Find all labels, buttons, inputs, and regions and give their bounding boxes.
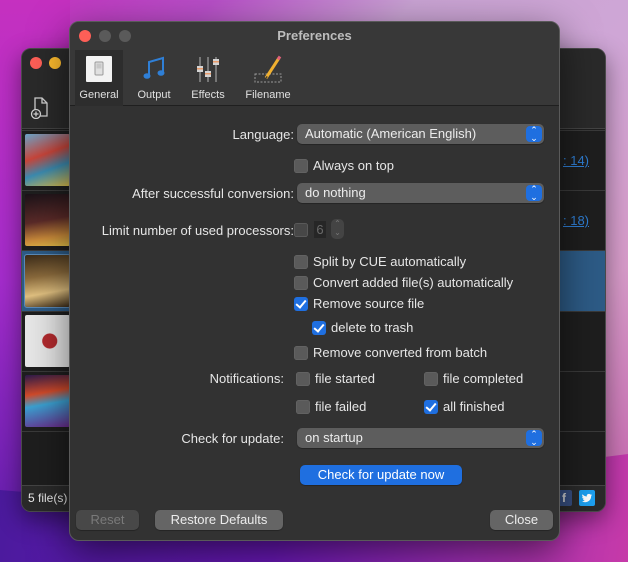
restore-defaults-button[interactable]: Restore Defaults xyxy=(155,510,283,530)
notify-file-failed-label: file failed xyxy=(315,399,367,414)
processors-stepper[interactable]: ⌃ ⌄ xyxy=(331,219,344,239)
language-select[interactable]: Automatic (American English) ⌃ ⌄ xyxy=(297,124,544,144)
split-by-cue-label: Split by CUE automatically xyxy=(313,254,467,269)
notifications-label: Notifications: xyxy=(209,371,284,386)
checkbox-box xyxy=(294,345,308,360)
remove-converted-checkbox[interactable]: Remove converted from batch xyxy=(294,345,487,360)
reset-button[interactable]: Reset xyxy=(76,510,139,530)
remove-source-checkbox[interactable]: Remove source file xyxy=(294,296,424,311)
pencil-icon xyxy=(254,55,282,83)
convert-automatically-checkbox[interactable]: Convert added file(s) automatically xyxy=(294,275,513,290)
always-on-top-label: Always on top xyxy=(313,158,394,173)
checkbox-box xyxy=(294,254,308,269)
checkbox-box xyxy=(294,223,308,237)
chevron-updown-icon: ⌃ ⌄ xyxy=(526,126,542,143)
file-link-2[interactable]: : 18) xyxy=(563,213,589,228)
split-by-cue-checkbox[interactable]: Split by CUE automatically xyxy=(294,254,466,269)
file-link-1[interactable]: : 14) xyxy=(563,153,589,168)
sliders-icon xyxy=(197,57,219,82)
album-art-4[interactable] xyxy=(25,315,70,367)
check-update-select[interactable]: on startup ⌃ ⌄ xyxy=(297,428,544,448)
processors-count-field[interactable]: 6 xyxy=(314,221,326,238)
checkbox-box xyxy=(294,296,308,311)
delete-to-trash-label: delete to trash xyxy=(331,320,414,335)
checkbox-box xyxy=(424,371,438,386)
check-update-label: Check for update: xyxy=(181,431,284,446)
music-note-icon xyxy=(143,56,165,79)
after-conversion-label: After successful conversion: xyxy=(132,186,294,201)
album-art-5[interactable] xyxy=(25,375,70,427)
window-title: Preferences xyxy=(277,28,352,43)
tab-general-label: General xyxy=(79,89,119,101)
checkbox-box xyxy=(294,275,308,290)
notify-file-completed-label: file completed xyxy=(443,371,524,386)
language-label: Language: xyxy=(232,127,294,142)
album-art-3[interactable] xyxy=(24,254,71,308)
delete-to-trash-checkbox[interactable]: delete to trash xyxy=(312,320,413,335)
remove-converted-label: Remove converted from batch xyxy=(313,345,488,360)
main-close-button[interactable] xyxy=(30,57,42,69)
preferences-window: Preferences General Output Effects Filen… xyxy=(69,21,560,541)
check-update-now-button[interactable]: Check for update now xyxy=(300,465,462,485)
twitter-icon[interactable] xyxy=(579,490,595,506)
checkbox-box xyxy=(312,320,326,335)
always-on-top-checkbox[interactable]: Always on top xyxy=(294,158,394,173)
file-count-status: 5 file(s) xyxy=(28,491,68,505)
tab-effects-label: Effects xyxy=(191,89,225,101)
close-button[interactable]: Close xyxy=(490,510,553,530)
notify-file-started-label: file started xyxy=(315,371,375,386)
processors-label: Limit number of used processors: xyxy=(101,223,294,238)
album-art-1[interactable] xyxy=(25,134,70,186)
after-conversion-select[interactable]: do nothing ⌃ ⌄ xyxy=(297,183,544,203)
notify-all-finished-label: all finished xyxy=(443,399,505,414)
add-file-icon[interactable] xyxy=(30,97,50,119)
preferences-toolbar: General Output Effects Filename xyxy=(70,50,559,106)
check-update-value: on startup xyxy=(305,430,363,445)
tab-output[interactable]: Output xyxy=(132,50,176,106)
tab-filename-label: Filename xyxy=(245,89,291,101)
limit-processors-checkbox[interactable] xyxy=(294,223,313,237)
notify-all-finished-checkbox[interactable]: all finished xyxy=(424,399,504,414)
remove-source-label: Remove source file xyxy=(313,296,425,311)
notify-file-started-checkbox[interactable]: file started xyxy=(296,371,375,386)
tab-general[interactable]: General xyxy=(75,50,123,106)
chevron-updown-icon: ⌃ ⌄ xyxy=(526,185,542,202)
notify-file-failed-checkbox[interactable]: file failed xyxy=(296,399,366,414)
checkbox-box xyxy=(294,158,308,173)
checkbox-box xyxy=(424,399,438,414)
checkbox-box xyxy=(296,399,310,414)
tab-filename[interactable]: Filename xyxy=(240,50,296,106)
after-conversion-value: do nothing xyxy=(305,185,366,200)
notify-file-completed-checkbox[interactable]: file completed xyxy=(424,371,523,386)
tab-effects[interactable]: Effects xyxy=(184,50,232,106)
chevron-updown-icon: ⌃ ⌄ xyxy=(526,430,542,447)
tab-output-label: Output xyxy=(137,89,171,101)
main-minimize-button[interactable] xyxy=(49,57,61,69)
checkbox-box xyxy=(296,371,310,386)
main-window-controls xyxy=(30,57,61,69)
convert-automatically-label: Convert added file(s) automatically xyxy=(313,275,514,290)
language-value: Automatic (American English) xyxy=(305,126,477,141)
switch-icon xyxy=(86,56,112,82)
album-art-2[interactable] xyxy=(25,194,70,246)
